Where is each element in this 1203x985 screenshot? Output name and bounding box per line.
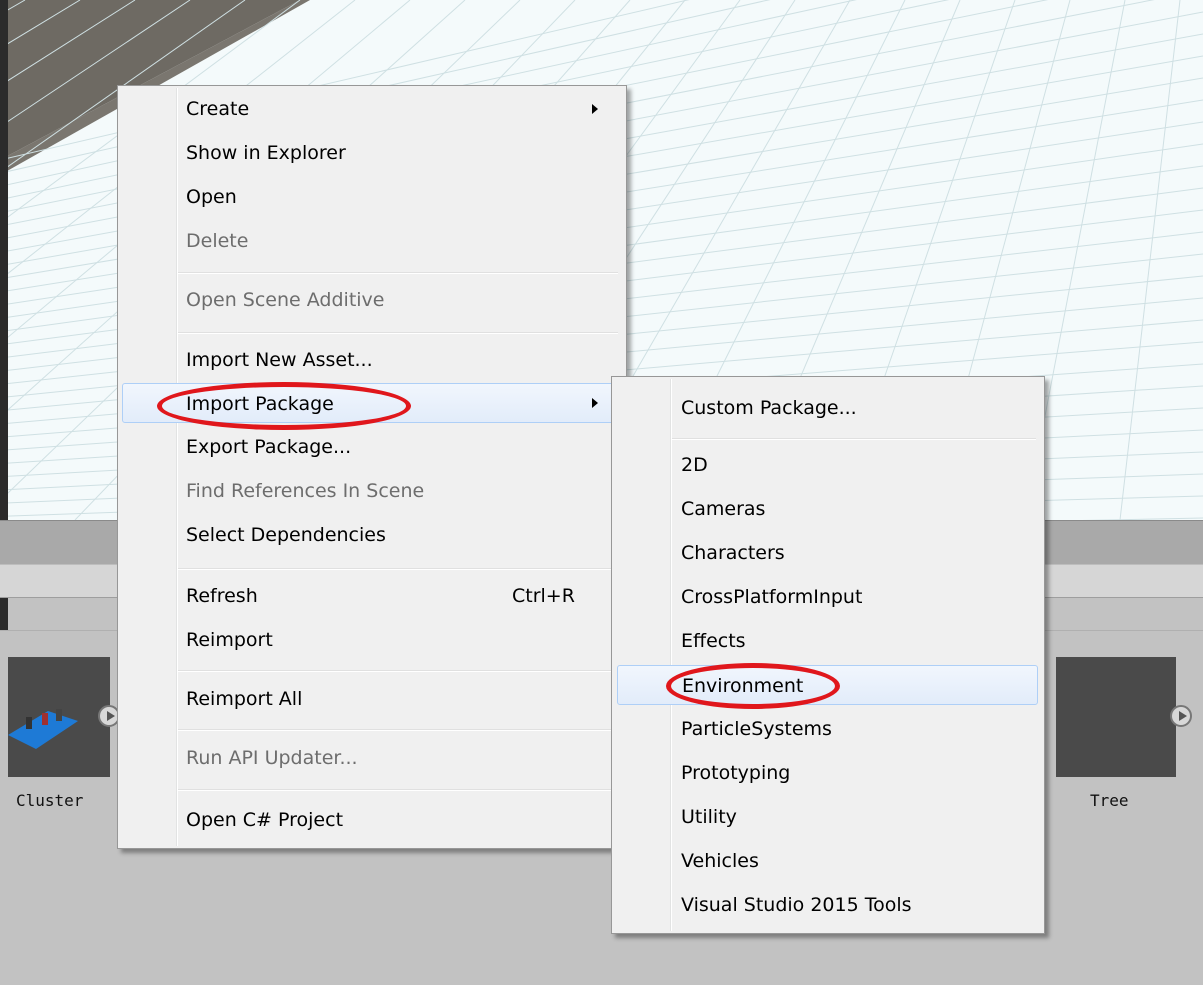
submenu-item-prototyping[interactable]: Prototyping [612,753,1042,793]
menu-item-label: Find References In Scene [186,480,425,502]
menu-item-label: Effects [681,630,746,652]
menu-item-label: Export Package... [186,436,352,458]
menu-item-find-references: Find References In Scene [118,471,624,511]
asset-thumbnail-tree[interactable] [1056,657,1176,777]
context-menu: Create Show in Explorer Open Delete Open… [117,85,627,849]
submenu-item-vehicles[interactable]: Vehicles [612,841,1042,881]
asset-label-tree: Tree [1090,791,1129,810]
menu-item-label: Open C# Project [186,809,344,831]
submenu-arrow-icon [592,104,598,114]
menu-item-label: 2D [681,454,708,476]
menu-item-label: Refresh [186,585,258,607]
menu-item-select-dependencies[interactable]: Select Dependencies [118,515,624,555]
submenu-item-characters[interactable]: Characters [612,533,1042,573]
menu-item-open[interactable]: Open [118,177,624,217]
cluster-preview-icon [8,709,78,749]
menu-item-label: Vehicles [681,850,759,872]
submenu-item-cameras[interactable]: Cameras [612,489,1042,529]
menu-separator [178,272,618,274]
play-icon[interactable] [1170,705,1192,727]
menu-item-label: Environment [682,675,804,697]
menu-item-label: Utility [681,806,737,828]
menu-item-label: Create [186,98,250,120]
menu-item-label: Open [186,186,237,208]
menu-item-label: Custom Package... [681,397,857,419]
menu-item-create[interactable]: Create [118,89,624,129]
menu-item-label: Import Package [186,393,334,415]
menu-separator [178,670,618,672]
menu-item-import-package[interactable]: Import Package [122,383,620,423]
submenu-item-utility[interactable]: Utility [612,797,1042,837]
asset-thumbnail-cluster[interactable] [8,657,110,777]
submenu-item-effects[interactable]: Effects [612,621,1042,661]
menu-item-label: Reimport [186,629,273,651]
submenu-arrow-icon [592,398,598,408]
menu-item-label: Import New Asset... [186,349,373,371]
menu-item-refresh[interactable]: Refresh Ctrl+R [118,576,624,616]
menu-item-delete: Delete [118,221,624,261]
menu-separator [178,789,618,791]
asset-label-cluster: Cluster [16,791,84,810]
menu-item-label: Cameras [681,498,766,520]
menu-item-label: Visual Studio 2015 Tools [681,894,912,916]
submenu-item-custom-package[interactable]: Custom Package... [612,388,1042,428]
menu-item-label: CrossPlatformInput [681,586,863,608]
submenu-item-2d[interactable]: 2D [612,445,1042,485]
menu-item-run-api-updater: Run API Updater... [118,738,624,778]
submenu-item-environment[interactable]: Environment [617,665,1038,705]
submenu-item-visual-studio-tools[interactable]: Visual Studio 2015 Tools [612,885,1042,925]
menu-item-label: Characters [681,542,785,564]
submenu-item-crossplatforminput[interactable]: CrossPlatformInput [612,577,1042,617]
import-package-submenu: Custom Package... 2D Cameras Characters … [611,376,1045,934]
menu-item-label: Run API Updater... [186,747,358,769]
menu-item-show-in-explorer[interactable]: Show in Explorer [118,133,624,173]
menu-item-label: Select Dependencies [186,524,386,546]
menu-item-label: Show in Explorer [186,142,346,164]
menu-separator [178,729,618,731]
menu-separator [672,438,1036,440]
menu-item-reimport[interactable]: Reimport [118,620,624,660]
menu-item-open-csharp-project[interactable]: Open C# Project [118,800,624,840]
menu-item-reimport-all[interactable]: Reimport All [118,679,624,719]
menu-separator [178,568,618,570]
submenu-item-particlesystems[interactable]: ParticleSystems [612,709,1042,749]
menu-item-label: Prototyping [681,762,791,784]
menu-item-import-new-asset[interactable]: Import New Asset... [118,340,624,380]
menu-item-export-package[interactable]: Export Package... [118,427,624,467]
menu-item-label: Reimport All [186,688,303,710]
menu-separator [178,332,618,334]
menu-item-shortcut: Ctrl+R [512,585,575,607]
menu-item-open-scene-additive: Open Scene Additive [118,280,624,320]
menu-item-label: Delete [186,230,249,252]
menu-item-label: Open Scene Additive [186,289,385,311]
menu-item-label: ParticleSystems [681,718,832,740]
